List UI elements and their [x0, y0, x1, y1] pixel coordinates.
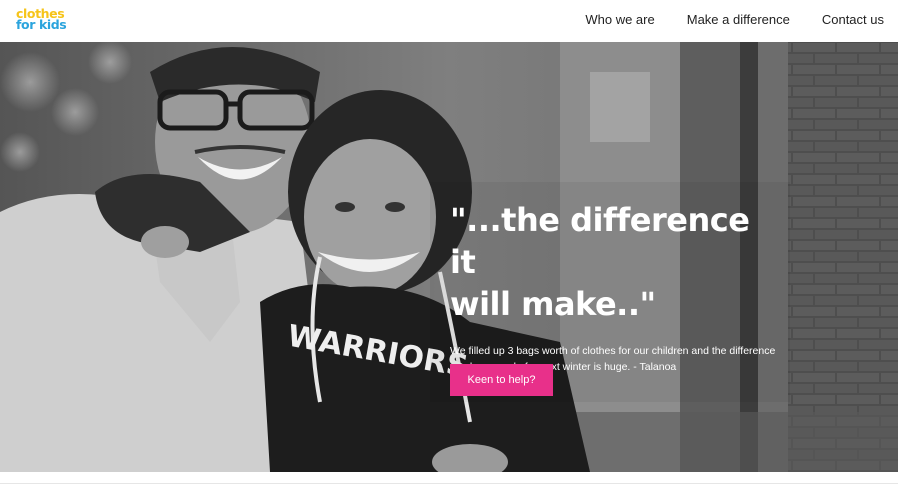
nav-link-who-we-are[interactable]: Who we are — [585, 12, 654, 27]
main-nav: Who we are Make a difference Contact us — [585, 12, 884, 27]
nav-link-contact-us[interactable]: Contact us — [822, 12, 884, 27]
hero-section: WARRIORS "...the difference it will make… — [0, 42, 898, 472]
site-logo[interactable]: clothes for kids — [16, 7, 67, 32]
keen-to-help-button[interactable]: Keen to help? — [450, 364, 553, 396]
hero-content: "...the difference it will make.." We fi… — [450, 199, 780, 396]
hero-title: "...the difference it will make.." — [450, 199, 780, 325]
site-header: clothes for kids Who we are Make a diffe… — [0, 0, 898, 42]
bottom-divider — [0, 483, 898, 484]
logo-line-2: for kids — [16, 17, 67, 32]
nav-link-make-a-difference[interactable]: Make a difference — [687, 12, 790, 27]
hero-title-line-2: will make.." — [450, 285, 656, 323]
hero-title-line-1: "...the difference it — [450, 201, 750, 281]
